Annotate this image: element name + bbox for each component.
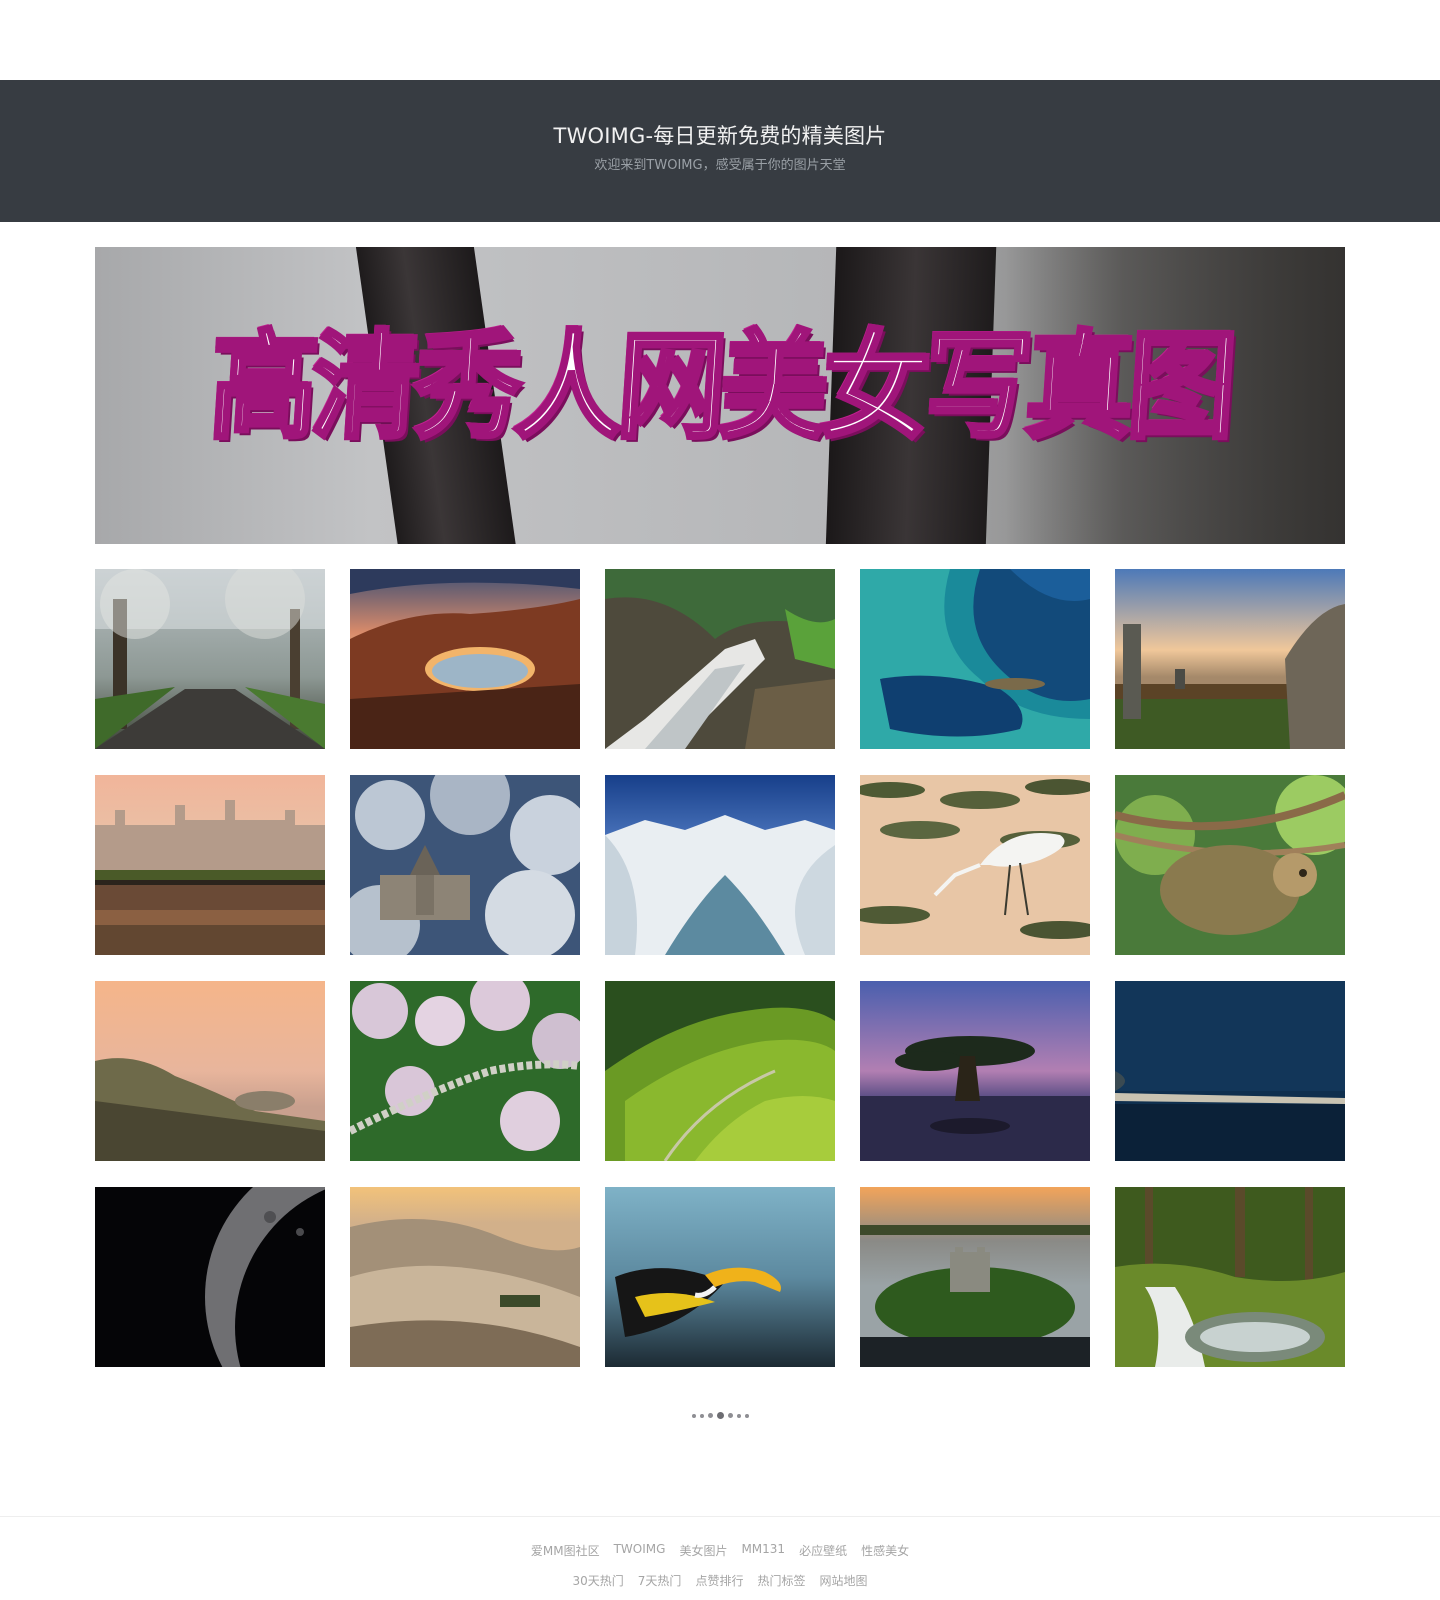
page-dot[interactable] [736, 1413, 741, 1418]
misty-forest-road-image [95, 569, 325, 749]
footer-link-bing-wallpaper[interactable]: 必应壁纸 [799, 1542, 847, 1559]
standing-stones-sunset-image [1115, 569, 1345, 749]
page-dot[interactable] [707, 1413, 713, 1418]
gallery-thumb[interactable] [350, 569, 580, 749]
page-dot[interactable] [699, 1413, 704, 1418]
footer-link-meinv[interactable]: 美女图片 [679, 1542, 727, 1559]
gallery-thumb[interactable] [605, 775, 835, 955]
footer-link-aimm[interactable]: 爱MM图社区 [531, 1542, 600, 1559]
glacier-lake-image [605, 775, 835, 955]
page: TWOIMG-每日更新免费的精美图片 欢迎来到TWOIMG，感受属于你的图片天堂… [0, 0, 1440, 1600]
hornbill-flight-image [605, 1187, 835, 1367]
desert-dunes-image [350, 1187, 580, 1367]
promo-banner[interactable]: 高清秀人网美女写真图 [95, 247, 1345, 544]
page-dot[interactable] [727, 1413, 733, 1418]
gallery-thumb[interactable] [95, 1187, 325, 1367]
banner-title: 高清秀人网美女写真图 [204, 318, 1237, 457]
gallery-thumb[interactable] [350, 981, 580, 1161]
footer-link-30day-hot[interactable]: 30天热门 [573, 1572, 624, 1589]
red-rock-arch-image [350, 569, 580, 749]
gallery-thumb[interactable] [860, 1187, 1090, 1367]
lone-tree-dusk-image [860, 981, 1090, 1161]
gallery-thumb[interactable] [95, 775, 325, 955]
footer-link-hot-tags[interactable]: 热门标签 [757, 1572, 805, 1589]
ocean-reef-aerial-image [860, 569, 1090, 749]
image-gallery [95, 569, 1345, 1367]
gallery-thumb[interactable] [605, 1187, 835, 1367]
footer-links-row: 爱MM图社区 TWOIMG 美女图片 MM131 必应壁纸 性感美女 [0, 1542, 1440, 1559]
moon-crescent-image [95, 1187, 325, 1367]
gallery-thumb[interactable] [605, 981, 835, 1161]
snowy-church-image [350, 775, 580, 955]
site-title-link[interactable]: TWOIMG-每日更新免费的精美图片 [554, 121, 887, 151]
footer-link-likes-rank[interactable]: 点赞排行 [695, 1572, 743, 1589]
pagination [0, 1412, 1440, 1419]
footer-nav-row: 30天热门 7天热门 点赞排行 热门标签 网站地图 [0, 1572, 1440, 1589]
gallery-thumb[interactable] [1115, 775, 1345, 955]
gallery-thumb[interactable] [95, 569, 325, 749]
gallery-thumb[interactable] [350, 1187, 580, 1367]
footer-link-xinggan[interactable]: 性感美女 [861, 1542, 909, 1559]
site-footer: 爱MM图社区 TWOIMG 美女图片 MM131 必应壁纸 性感美女 30天热门… [0, 1516, 1440, 1600]
footer-link-sitemap[interactable]: 网站地图 [819, 1572, 867, 1589]
night-lake-shore-image [1115, 981, 1345, 1161]
footer-link-7day-hot[interactable]: 7天热门 [638, 1572, 682, 1589]
chateau-reflection-image [95, 775, 325, 955]
gallery-thumb[interactable] [860, 569, 1090, 749]
site-tagline: 欢迎来到TWOIMG，感受属于你的图片天堂 [594, 158, 846, 173]
footer-link-twoimg[interactable]: TWOIMG [614, 1542, 666, 1559]
page-dot-active[interactable] [716, 1412, 724, 1419]
cherry-blossom-trail-image [350, 981, 580, 1161]
site-header: TWOIMG-每日更新免费的精美图片 欢迎来到TWOIMG，感受属于你的图片天堂 [0, 80, 1440, 222]
gallery-thumb[interactable] [860, 981, 1090, 1161]
gallery-thumb[interactable] [1115, 1187, 1345, 1367]
tea-plantation-image [605, 981, 835, 1161]
footer-link-mm131[interactable]: MM131 [741, 1542, 785, 1559]
page-dot[interactable] [691, 1413, 696, 1418]
page-dot[interactable] [744, 1413, 749, 1418]
sloth-on-branch-image [1115, 775, 1345, 955]
forest-waterfall-image [1115, 1187, 1345, 1367]
waterfall-aerial-image [605, 569, 835, 749]
gallery-thumb[interactable] [605, 569, 835, 749]
castle-island-image [860, 1187, 1090, 1367]
coastal-sunset-image [95, 981, 325, 1161]
gallery-thumb[interactable] [1115, 569, 1345, 749]
egret-lily-pads-image [860, 775, 1090, 955]
gallery-thumb[interactable] [860, 775, 1090, 955]
gallery-thumb[interactable] [350, 775, 580, 955]
gallery-thumb[interactable] [95, 981, 325, 1161]
gallery-thumb[interactable] [1115, 981, 1345, 1161]
